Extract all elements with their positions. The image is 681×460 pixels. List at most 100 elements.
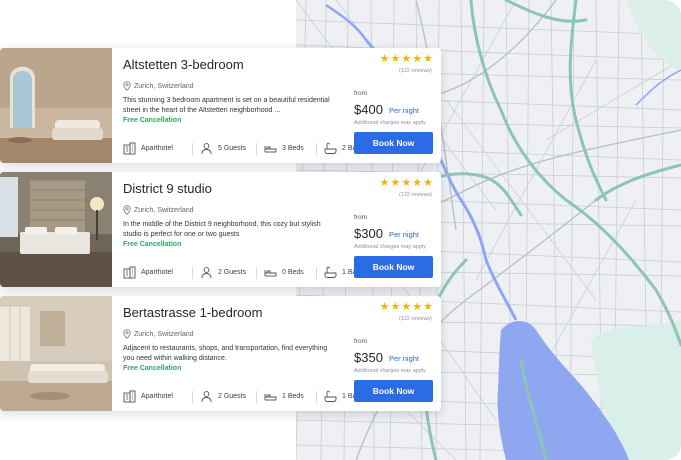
guests-count: 2 Guests [200, 266, 249, 279]
rating-stars: ★ ★ ★ ★ ★ [380, 178, 433, 189]
charges-note: Additional charges may apply [354, 368, 426, 374]
per-night-label: Per night [389, 106, 420, 115]
property-type: Aparthotel [123, 266, 185, 279]
guests-text: 5 Guests [218, 145, 247, 152]
property-type-text: Aparthotel [141, 145, 173, 152]
price: $400 [354, 102, 383, 117]
star-icon: ★ [401, 301, 412, 313]
price: $350 [354, 350, 383, 365]
star-icon: ★ [412, 301, 423, 313]
bathtub-icon [324, 266, 337, 278]
person-icon [201, 391, 212, 403]
divider [192, 390, 193, 403]
divider [192, 142, 193, 155]
guests-count: 2 Guests [200, 390, 249, 403]
star-icon: ★ [423, 301, 433, 313]
listing-description: Adjacent to restaurants, shops, and tran… [123, 345, 328, 362]
free-cancellation-label: Free Cancellation [123, 365, 182, 372]
person-icon [201, 267, 212, 279]
from-label: from [354, 338, 367, 345]
review-count[interactable]: (122 reviews) [399, 68, 432, 74]
star-icon: ★ [423, 177, 433, 189]
property-type-text: Aparthotel [141, 393, 173, 400]
rating-stars: ★ ★ ★ ★ ★ [380, 302, 433, 313]
listing-card[interactable]: Altstetten 3-bedroom Zurich, Switzerland… [0, 48, 441, 163]
star-icon: ★ [390, 177, 401, 189]
star-icon: ★ [412, 53, 423, 65]
divider [256, 266, 257, 279]
listing-description: In the middle of the District 9 neighbor… [123, 221, 321, 238]
person-icon [201, 143, 212, 155]
bathtub-icon [324, 390, 337, 402]
location-pin-icon [123, 329, 131, 339]
listing-location: Zurich, Switzerland [123, 205, 194, 215]
divider [256, 390, 257, 403]
divider [256, 142, 257, 155]
listing-photo[interactable] [0, 296, 112, 411]
listing-title[interactable]: Altstetten 3-bedroom [123, 57, 244, 72]
star-icon: ★ [390, 53, 401, 65]
listing-photo[interactable] [0, 172, 112, 287]
divider [192, 266, 193, 279]
book-now-button[interactable]: Book Now [354, 132, 433, 154]
star-icon: ★ [401, 177, 412, 189]
free-cancellation-label: Free Cancellation [123, 117, 182, 124]
from-label: from [354, 214, 367, 221]
location-text: Zurich, Switzerland [134, 206, 194, 214]
guests-text: 2 Guests [218, 269, 247, 276]
amenities-row: Aparthotel 2 Guests 1 Beds 1 Bathroom [123, 390, 378, 403]
charges-note: Additional charges may apply [354, 120, 426, 126]
listing-title[interactable]: District 9 studio [123, 181, 212, 196]
amenities-row: Aparthotel 2 Guests 0 Beds 1 Bathroom [123, 266, 378, 279]
price: $300 [354, 226, 383, 241]
beds-text: 3 Beds [282, 145, 304, 152]
building-icon [123, 142, 136, 155]
listing-title[interactable]: Bertastrasse 1-bedroom [123, 305, 262, 320]
bathtub-icon [324, 142, 337, 154]
property-type: Aparthotel [123, 142, 185, 155]
per-night-label: Per night [389, 230, 420, 239]
beds-count: 1 Beds [264, 390, 309, 403]
divider [316, 390, 317, 403]
star-icon: ★ [379, 53, 390, 65]
listing-location: Zurich, Switzerland [123, 329, 194, 339]
star-icon: ★ [412, 177, 423, 189]
star-icon: ★ [379, 301, 390, 313]
guests-text: 2 Guests [218, 393, 247, 400]
location-text: Zurich, Switzerland [134, 330, 194, 338]
building-icon [123, 266, 136, 279]
building-icon [123, 390, 136, 403]
star-icon: ★ [401, 53, 412, 65]
listing-card[interactable]: Bertastrasse 1-bedroom Zurich, Switzerla… [0, 296, 441, 411]
divider [316, 142, 317, 155]
beds-text: 1 Beds [282, 393, 304, 400]
beds-count: 3 Beds [264, 142, 309, 155]
divider [316, 266, 317, 279]
property-type-text: Aparthotel [141, 269, 173, 276]
guests-count: 5 Guests [200, 142, 249, 155]
review-count[interactable]: (122 reviews) [399, 316, 432, 322]
bed-icon [264, 270, 277, 277]
listing-description: This stunning 3 bedroom apartment is set… [123, 97, 330, 114]
listing-location: Zurich, Switzerland [123, 81, 194, 91]
location-pin-icon [123, 205, 131, 215]
listing-card[interactable]: District 9 studio Zurich, Switzerland In… [0, 172, 441, 287]
rating-stars: ★ ★ ★ ★ ★ [380, 54, 433, 65]
amenities-row: Aparthotel 5 Guests 3 Beds 2 Bathrooms [123, 142, 382, 155]
listing-photo[interactable] [0, 48, 112, 163]
book-now-button[interactable]: Book Now [354, 256, 433, 278]
star-icon: ★ [379, 177, 390, 189]
review-count[interactable]: (122 reviews) [399, 192, 432, 198]
location-pin-icon [123, 81, 131, 91]
star-icon: ★ [423, 53, 433, 65]
property-type: Aparthotel [123, 390, 185, 403]
bed-icon [264, 394, 277, 401]
per-night-label: Per night [389, 354, 420, 363]
bed-icon [264, 146, 277, 153]
location-text: Zurich, Switzerland [134, 82, 194, 90]
star-icon: ★ [390, 301, 401, 313]
book-now-button[interactable]: Book Now [354, 380, 433, 402]
charges-note: Additional charges may apply [354, 244, 426, 250]
beds-count: 0 Beds [264, 266, 309, 279]
free-cancellation-label: Free Cancellation [123, 241, 182, 248]
